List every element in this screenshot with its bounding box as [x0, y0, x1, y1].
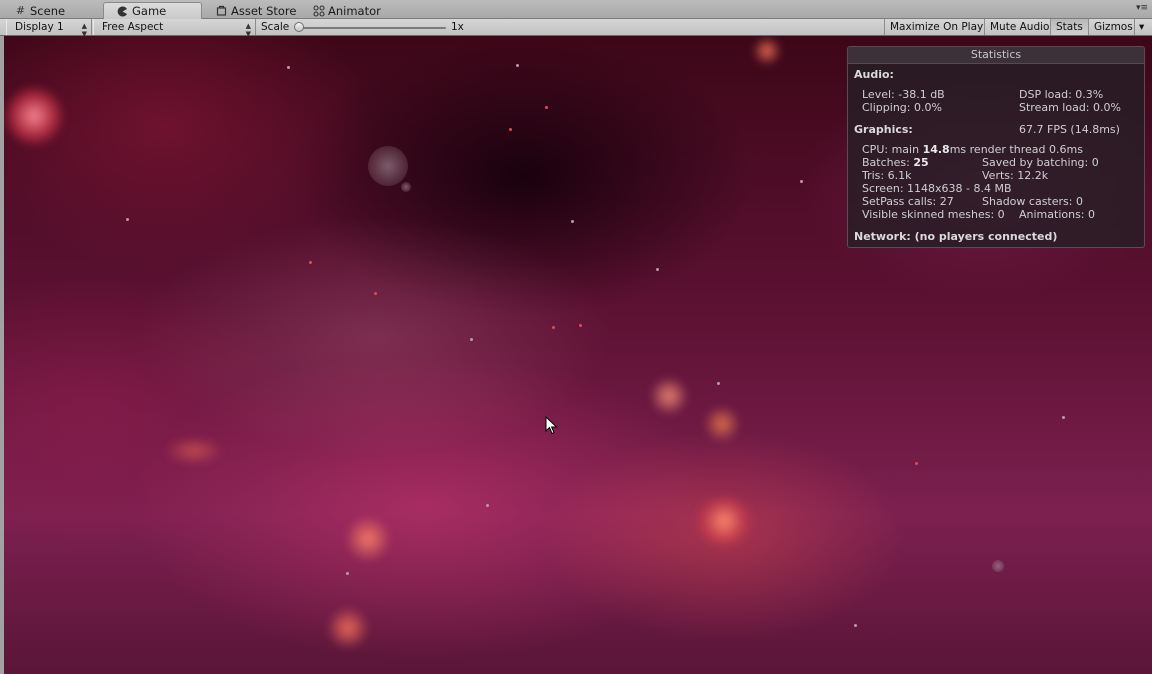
scale-label: Scale	[261, 21, 290, 33]
star	[800, 180, 803, 183]
star	[516, 64, 519, 67]
tris: Tris: 6.1k	[862, 169, 912, 182]
scale-value: 1x	[451, 21, 464, 33]
maximize-on-play-button[interactable]: Maximize On Play	[884, 19, 988, 35]
nebula-glow	[752, 36, 782, 66]
dust-orb	[401, 182, 411, 192]
display-dropdown[interactable]: Display 1 ▲ ▼	[6, 19, 92, 38]
cpu-time: CPU: main 14.8ms render thread 0.6ms	[862, 143, 1083, 156]
batches-prefix: Batches:	[862, 156, 914, 169]
nebula-glow	[164, 436, 224, 466]
gizmos-dropdown-icon[interactable]: ▾	[1134, 19, 1148, 35]
star	[1062, 416, 1065, 419]
fps-readout: 67.7 FPS (14.8ms)	[1019, 123, 1120, 136]
batches: Batches: 25	[862, 156, 929, 169]
nebula-glow	[649, 376, 689, 416]
mute-audio-button[interactable]: Mute Audio	[984, 19, 1054, 35]
nebula-glow	[704, 404, 740, 444]
star	[579, 324, 582, 327]
tab-scene[interactable]: # Scene	[2, 2, 73, 19]
aspect-dropdown[interactable]: Free Aspect ▲ ▼	[93, 19, 256, 38]
pacman-icon	[116, 5, 129, 18]
animations: Animations: 0	[1019, 208, 1096, 221]
tab-label: Game	[132, 4, 167, 18]
tab-label: Asset Store	[231, 3, 297, 18]
star	[126, 218, 129, 221]
scale-slider-track[interactable]	[298, 27, 446, 29]
visible-skinned-meshes: Visible skinned meshes: 0	[862, 208, 1005, 221]
cpu-suffix: ms render thread 0.6ms	[949, 143, 1083, 156]
star	[287, 66, 290, 69]
star	[374, 292, 377, 295]
dsp-load: DSP load: 0.3%	[1019, 88, 1104, 101]
stats-button[interactable]: Stats	[1050, 19, 1088, 35]
game-view[interactable]: Statistics Audio: Level: -38.1 dB DSP lo…	[4, 36, 1152, 674]
mouse-cursor-icon	[545, 416, 558, 435]
star	[552, 326, 555, 329]
star	[915, 462, 918, 465]
audio-clipping: Clipping: 0.0%	[862, 101, 942, 114]
star	[717, 382, 720, 385]
panel-menu-icon[interactable]: ▾≡	[1136, 3, 1148, 13]
star	[571, 220, 574, 223]
tab-label: Scene	[30, 3, 66, 18]
dust-orb	[368, 146, 408, 186]
tab-bar: # Scene Game Asset Store Animator ▾≡	[0, 0, 1152, 19]
nebula-glow	[4, 86, 64, 146]
nebula-glow	[694, 496, 754, 546]
star	[486, 504, 489, 507]
tab-label: Animator	[328, 3, 381, 18]
tab-game[interactable]: Game	[103, 2, 202, 19]
shadow-casters: Shadow casters: 0	[982, 195, 1083, 208]
gizmos-button[interactable]: Gizmos	[1088, 19, 1138, 35]
saved-by-batching: Saved by batching: 0	[982, 156, 1099, 169]
tab-asset-store[interactable]: Asset Store	[203, 2, 305, 19]
scale-slider-thumb[interactable]	[294, 22, 304, 32]
verts: Verts: 12.2k	[982, 169, 1049, 182]
stream-load: Stream load: 0.0%	[1019, 101, 1121, 114]
star	[545, 106, 548, 109]
aspect-value: Free Aspect	[102, 21, 164, 33]
game-toolbar: Display 1 ▲ ▼ Free Aspect ▲ ▼ Scale 1x Max…	[0, 19, 1152, 38]
cpu-main-value: 14.8	[922, 143, 950, 156]
star	[656, 268, 659, 271]
screen-info: Screen: 1148x638 - 8.4 MB	[862, 182, 1012, 195]
audio-header: Audio:	[854, 68, 894, 81]
nebula-glow	[326, 606, 370, 650]
star	[346, 572, 349, 575]
setpass-calls: SetPass calls: 27	[862, 195, 954, 208]
tab-animator[interactable]: Animator	[300, 2, 389, 19]
nebula-glow	[346, 514, 390, 564]
grid-icon: #	[15, 4, 26, 17]
animator-icon	[312, 4, 325, 17]
star	[854, 624, 857, 627]
star	[470, 338, 473, 341]
star	[309, 261, 312, 264]
batches-value: 25	[913, 156, 929, 169]
dust-orb	[992, 560, 1004, 572]
cpu-prefix: CPU: main	[862, 143, 923, 156]
graphics-header: Graphics:	[854, 123, 913, 136]
statistics-title: Statistics	[848, 47, 1144, 64]
statistics-panel: Statistics Audio: Level: -38.1 dB DSP lo…	[847, 46, 1145, 248]
display-value: Display 1	[15, 21, 64, 33]
audio-level: Level: -38.1 dB	[862, 88, 945, 101]
star	[509, 128, 512, 131]
network-status: Network: (no players connected)	[854, 230, 1058, 243]
store-icon	[215, 4, 228, 17]
